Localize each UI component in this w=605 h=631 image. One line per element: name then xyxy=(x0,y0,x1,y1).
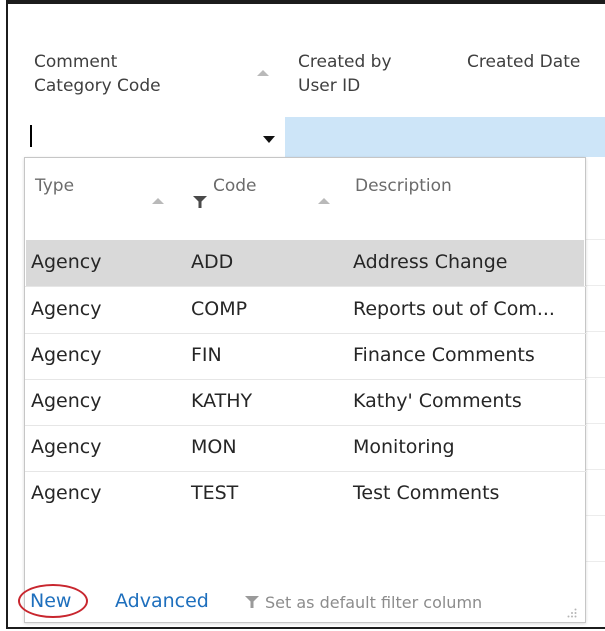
row-code: COMP xyxy=(191,298,248,320)
lookup-footer: New Advanced Set as default filter colum… xyxy=(18,584,585,622)
row-type: Agency xyxy=(31,298,102,320)
grid-line xyxy=(586,561,605,562)
grid-line xyxy=(586,377,605,378)
new-link[interactable]: New xyxy=(30,590,71,612)
column-header-created-date[interactable]: Created Date xyxy=(467,50,580,74)
column-header-line1: Comment xyxy=(34,52,118,72)
column-header-created-by[interactable]: Created by User ID xyxy=(298,50,392,98)
row-type: Agency xyxy=(31,482,102,504)
filter-icon[interactable] xyxy=(193,196,207,208)
lookup-header-description[interactable]: Description xyxy=(355,176,452,196)
lookup-row[interactable]: Agency MON Monitoring xyxy=(26,425,584,471)
row-description: Reports out of Com... xyxy=(353,298,555,320)
grid-line xyxy=(586,239,605,240)
frame-top-border xyxy=(8,2,605,4)
row-code: FIN xyxy=(191,344,222,366)
column-header-line2: Category Code xyxy=(34,76,161,96)
dropdown-arrow-icon[interactable] xyxy=(263,136,275,143)
row-code: TEST xyxy=(191,482,239,504)
row-type: Agency xyxy=(31,251,102,273)
lookup-dropdown[interactable]: Type Code Description Agency ADD Address… xyxy=(18,157,587,623)
sort-ascending-icon[interactable] xyxy=(257,70,269,76)
row-description: Finance Comments xyxy=(353,344,535,366)
lookup-row[interactable]: Agency COMP Reports out of Com... xyxy=(26,287,584,333)
resize-grip-icon[interactable] xyxy=(567,608,577,621)
grid-line xyxy=(586,469,605,470)
advanced-link[interactable]: Advanced xyxy=(115,590,209,612)
row-code: KATHY xyxy=(191,390,253,412)
lookup-header-code[interactable]: Code xyxy=(213,176,257,196)
text-caret xyxy=(30,125,32,147)
sort-ascending-icon[interactable] xyxy=(152,198,164,204)
row-description: Address Change xyxy=(353,251,508,273)
comment-category-code-input[interactable] xyxy=(25,117,285,157)
set-default-filter-column-link[interactable]: Set as default filter column xyxy=(265,593,482,612)
grid-line xyxy=(586,331,605,332)
lookup-row[interactable]: Agency ADD Address Change xyxy=(26,240,584,286)
row-type: Agency xyxy=(31,390,102,412)
row-description: Test Comments xyxy=(353,482,500,504)
grid-line xyxy=(586,423,605,424)
lookup-row[interactable]: Agency KATHY Kathy' Comments xyxy=(26,379,584,425)
lookup-row[interactable]: Agency TEST Test Comments xyxy=(26,471,584,517)
filter-icon xyxy=(245,596,259,608)
column-header-comment-category-code[interactable]: Comment Category Code xyxy=(34,50,161,98)
lookup-header-type[interactable]: Type xyxy=(35,176,74,196)
sort-ascending-icon[interactable] xyxy=(318,198,330,204)
row-code: ADD xyxy=(191,251,234,273)
row-code: MON xyxy=(191,436,237,458)
row-description: Monitoring xyxy=(353,436,455,458)
lookup-row[interactable]: Agency FIN Finance Comments xyxy=(26,333,584,379)
row-description: Kathy' Comments xyxy=(353,390,522,412)
row-type: Agency xyxy=(31,436,102,458)
column-header-line2: User ID xyxy=(298,76,361,96)
row-type: Agency xyxy=(31,344,102,366)
column-header-line1: Created by xyxy=(298,52,392,72)
grid-line xyxy=(586,515,605,516)
grid-background-strip xyxy=(586,157,605,623)
grid-line xyxy=(586,285,605,286)
